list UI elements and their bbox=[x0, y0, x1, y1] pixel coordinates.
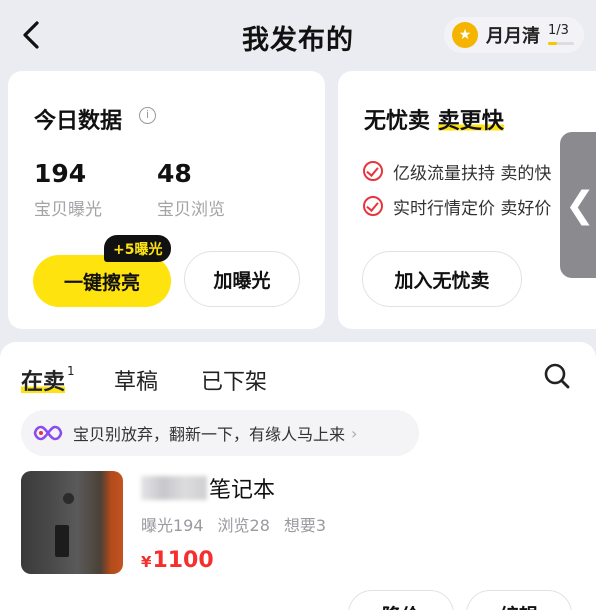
search-icon[interactable] bbox=[543, 362, 571, 390]
feature-text: 亿级流量扶持 卖的快 bbox=[393, 163, 552, 184]
side-drawer-handle[interactable]: ❮ bbox=[560, 132, 596, 278]
promo-title: 无忧卖 卖更快 bbox=[364, 103, 504, 135]
boost-exposure-button[interactable]: 加曝光 bbox=[184, 251, 300, 307]
views-label: 宝贝浏览 bbox=[157, 200, 225, 220]
promo-title-highlight: 卖更快 bbox=[437, 109, 504, 134]
views-value: 48 bbox=[157, 159, 192, 188]
stats-title: 今日数据 bbox=[34, 109, 123, 134]
exposure-value: 194 bbox=[34, 159, 87, 188]
badge-label: 月月清 bbox=[486, 26, 540, 47]
listing-title[interactable]: 笔记本 bbox=[141, 472, 275, 504]
refresh-tip-banner[interactable]: 宝贝别放弃，翻新一下，有缘人马上来 › bbox=[21, 410, 419, 456]
lower-price-button[interactable]: 降价 bbox=[348, 590, 454, 610]
badge-progress-bar bbox=[548, 42, 574, 45]
polish-tip-badge: +5曝光 bbox=[104, 235, 172, 262]
monthly-clear-badge[interactable]: ★ 月月清 1/3 bbox=[444, 17, 584, 53]
today-stats-card: 今日数据 i 194 宝贝曝光 48 宝贝浏览 一键擦亮 +5曝光 加曝光 bbox=[8, 71, 325, 329]
feature-item: 亿级流量扶持 卖的快 bbox=[363, 159, 593, 183]
tab-drafts[interactable]: 草稿 bbox=[114, 364, 158, 396]
worry-free-sell-card[interactable]: 无忧卖 卖更快 亿级流量扶持 卖的快 实时行情定价 卖好价 加入无忧卖 bbox=[338, 71, 596, 329]
tab-delisted[interactable]: 已下架 bbox=[201, 364, 267, 396]
badge-progress-text: 1/3 bbox=[548, 23, 569, 38]
check-circle-icon bbox=[363, 161, 383, 181]
tab-count: 1 bbox=[67, 363, 75, 378]
join-worry-free-button[interactable]: 加入无忧卖 bbox=[362, 251, 522, 307]
check-circle-icon bbox=[363, 196, 383, 216]
currency-symbol: ¥ bbox=[141, 553, 152, 571]
blurred-text bbox=[141, 476, 207, 500]
listing-exposure: 曝光194 bbox=[141, 516, 204, 535]
feature-text: 实时行情定价 卖好价 bbox=[393, 198, 552, 219]
polish-button[interactable]: 一键擦亮 bbox=[33, 255, 171, 307]
tab-label: 在卖 bbox=[21, 370, 66, 395]
listing-thumbnail[interactable] bbox=[21, 471, 123, 574]
tab-on-sale[interactable]: 在卖 1 bbox=[21, 364, 75, 396]
feature-item: 实时行情定价 卖好价 bbox=[363, 194, 593, 218]
exposure-label: 宝贝曝光 bbox=[34, 200, 102, 220]
listings-section: 在卖 1 草稿 已下架 宝贝别放弃，翻新一下，有缘人马上来 › 笔记本 曝光194… bbox=[0, 342, 596, 610]
listing-price: ¥1100 bbox=[141, 548, 214, 573]
chevron-left-icon: ❮ bbox=[564, 184, 596, 226]
edit-button[interactable]: 编辑 bbox=[466, 590, 572, 610]
listing-views: 浏览28 bbox=[217, 516, 270, 535]
price-value: 1100 bbox=[152, 548, 214, 573]
infinity-icon bbox=[33, 425, 63, 441]
chevron-right-icon: › bbox=[351, 423, 358, 443]
money-bag-icon: ★ bbox=[452, 22, 478, 48]
info-icon[interactable]: i bbox=[139, 107, 156, 124]
listing-title-text: 笔记本 bbox=[209, 478, 276, 503]
promo-title-prefix: 无忧卖 bbox=[364, 109, 431, 134]
banner-text: 宝贝别放弃，翻新一下，有缘人马上来 bbox=[73, 425, 346, 444]
listing-stats: 曝光194 浏览28 想要3 bbox=[141, 512, 340, 536]
listing-wants: 想要3 bbox=[283, 516, 327, 535]
